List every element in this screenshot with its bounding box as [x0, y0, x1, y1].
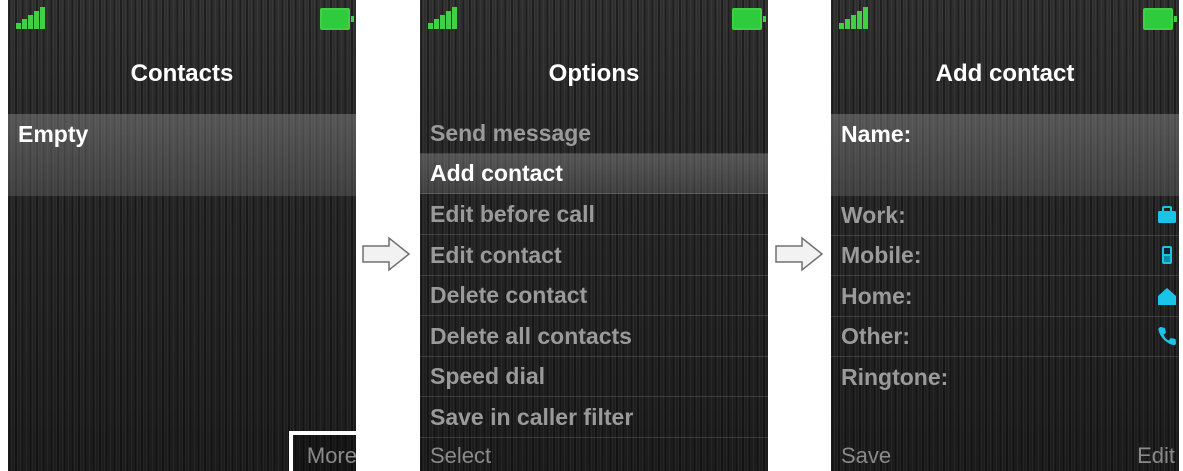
ringtone-field[interactable]: Ringtone:: [831, 358, 1179, 398]
other-field-label: Other:: [841, 323, 910, 349]
signal-strength-icon: [839, 7, 869, 29]
mobile-phone-icon: [1162, 246, 1172, 264]
contacts-screen: Contacts Empty More: [8, 0, 356, 471]
right-arrow-icon: [362, 236, 411, 272]
menu-item-add-contact[interactable]: Add contact: [420, 154, 768, 194]
house-icon: [1158, 288, 1176, 305]
options-screen: Options Send message Add contact Edit be…: [420, 0, 768, 471]
handset-icon: [1158, 327, 1176, 346]
work-field-label: Work:: [841, 202, 906, 228]
menu-item-delete-contact[interactable]: Delete contact: [420, 276, 768, 316]
screen-title: Options: [548, 60, 640, 87]
right-arrow-icon: [775, 236, 824, 272]
other-field[interactable]: Other:: [831, 317, 1179, 357]
briefcase-icon: [1158, 206, 1176, 223]
menu-item-save-in-caller-filter[interactable]: Save in caller filter: [420, 398, 768, 438]
mobile-field-label: Mobile:: [841, 242, 922, 268]
battery-icon: [320, 8, 354, 30]
signal-strength-icon: [428, 7, 458, 29]
list-item-empty[interactable]: Empty: [8, 115, 356, 155]
softkey-save-button[interactable]: Save: [841, 443, 891, 469]
menu-item-speed-dial[interactable]: Speed dial: [420, 357, 768, 397]
mobile-field[interactable]: Mobile:: [831, 236, 1179, 276]
softkey-select-button[interactable]: Select: [430, 443, 491, 469]
home-field-label: Home:: [841, 283, 913, 309]
screen-title: Contacts: [130, 60, 234, 87]
battery-icon: [732, 8, 766, 30]
name-field[interactable]: Name:: [831, 115, 1179, 155]
battery-icon: [1143, 8, 1177, 30]
menu-item-send-message[interactable]: Send message: [420, 114, 768, 154]
menu-item-edit-before-call[interactable]: Edit before call: [420, 195, 768, 235]
softkey-more-button[interactable]: More: [289, 431, 356, 471]
add-contact-screen: Add contact Name: Work: Mobile: Home: Ot…: [831, 0, 1179, 471]
softkey-edit-button[interactable]: Edit: [1137, 443, 1175, 469]
signal-strength-icon: [16, 7, 46, 29]
menu-item-edit-contact[interactable]: Edit contact: [420, 236, 768, 276]
menu-item-delete-all-contacts[interactable]: Delete all contacts: [420, 317, 768, 357]
screen-title: Add contact: [935, 60, 1075, 87]
home-field[interactable]: Home:: [831, 277, 1179, 317]
work-field[interactable]: Work:: [831, 196, 1179, 236]
softkey-right-label: More: [306, 443, 356, 468]
